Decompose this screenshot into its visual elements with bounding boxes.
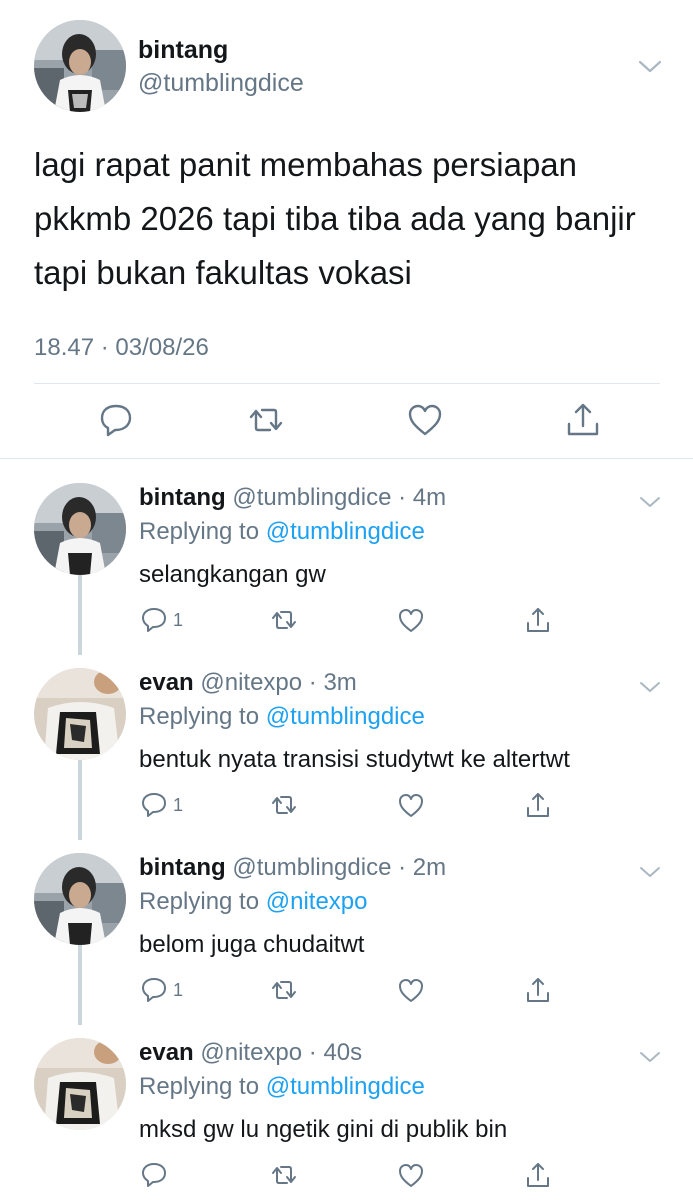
author-name[interactable]: evan — [139, 1039, 194, 1066]
like-icon[interactable] — [396, 975, 426, 1005]
reply-button[interactable]: 1 — [139, 605, 183, 635]
tweet-timestamp[interactable]: 18.47 · 03/08/26 — [34, 333, 209, 363]
replying-prefix: Replying to — [139, 518, 260, 545]
reply-button[interactable] — [139, 1160, 173, 1190]
reply-icon — [142, 608, 166, 632]
reply-count: 1 — [173, 980, 184, 1000]
replying-to: Replying to @tumblingdice — [139, 1071, 425, 1103]
reply-header: bintang @tumblingdice · 4m — [139, 482, 446, 514]
reply-header: evan @nitexpo · 3m — [139, 667, 357, 699]
replying-to: Replying to @tumblingdice — [139, 516, 425, 548]
reply-button[interactable]: 1 — [139, 975, 183, 1005]
thread-line — [78, 760, 82, 840]
reply-text: bentuk nyata transisi studytwt ke altert… — [139, 746, 570, 773]
reply-actions: 1 — [139, 605, 559, 635]
reply-icon — [142, 1163, 166, 1187]
divider — [34, 383, 660, 384]
avatar[interactable] — [34, 483, 126, 575]
chevron-down-icon[interactable] — [636, 678, 664, 696]
retweet-icon[interactable] — [269, 790, 299, 820]
reply-tweet[interactable]: bintang @tumblingdice · 4m Replying to @… — [0, 465, 693, 655]
reply-tweet[interactable]: evan @nitexpo · 40s Replying to @tumblin… — [0, 1020, 693, 1200]
chevron-down-icon[interactable] — [636, 863, 664, 881]
like-icon[interactable] — [396, 790, 426, 820]
thread-line — [78, 945, 82, 1025]
share-icon[interactable] — [563, 400, 603, 440]
reply-text: belom juga chudaitwt — [139, 931, 365, 958]
replying-to: Replying to @nitexpo — [139, 886, 368, 918]
chevron-down-icon[interactable] — [636, 56, 664, 76]
share-icon[interactable] — [523, 1160, 553, 1190]
author-meta: @tumblingdice · 2m — [232, 854, 447, 881]
reply-tweet[interactable]: evan @nitexpo · 3m Replying to @tumbling… — [0, 650, 693, 840]
replying-prefix: Replying to — [139, 1073, 260, 1100]
reply-tweet[interactable]: bintang @tumblingdice · 2m Replying to @… — [0, 835, 693, 1025]
reply-header: evan @nitexpo · 40s — [139, 1037, 362, 1069]
avatar[interactable] — [34, 20, 126, 112]
like-icon[interactable] — [396, 605, 426, 635]
author-name[interactable]: bintang — [139, 854, 226, 881]
reply-button[interactable]: 1 — [139, 790, 183, 820]
author-meta: @nitexpo · 40s — [200, 1039, 363, 1066]
share-icon[interactable] — [523, 975, 553, 1005]
like-icon[interactable] — [405, 400, 445, 440]
author-name[interactable]: bintang — [139, 484, 226, 511]
avatar[interactable] — [34, 1038, 126, 1130]
reply-header: bintang @tumblingdice · 2m — [139, 852, 446, 884]
section-divider — [0, 458, 693, 459]
chevron-down-icon[interactable] — [636, 493, 664, 511]
retweet-icon[interactable] — [269, 975, 299, 1005]
author-handle[interactable]: @tumblingdice — [138, 67, 304, 99]
like-icon[interactable] — [396, 1160, 426, 1190]
tweet-text: lagi rapat panit membahas persiapan pkkm… — [34, 146, 636, 291]
reply-actions: 1 — [139, 975, 559, 1005]
replying-prefix: Replying to — [139, 703, 260, 730]
mention-link[interactable]: @tumblingdice — [266, 518, 425, 545]
author-name[interactable]: bintang — [138, 34, 228, 66]
reply-count: 1 — [173, 795, 184, 815]
tweet-actions — [0, 400, 693, 444]
mention-link[interactable]: @tumblingdice — [266, 1073, 425, 1100]
main-tweet: bintang @tumblingdice lagi rapat panit m… — [0, 0, 693, 458]
author-name[interactable]: evan — [139, 669, 194, 696]
avatar[interactable] — [34, 668, 126, 760]
chevron-down-icon[interactable] — [636, 1048, 664, 1066]
reply-text: mksd gw lu ngetik gini di publik bin — [139, 1116, 508, 1143]
share-icon[interactable] — [523, 790, 553, 820]
thread-line — [78, 575, 82, 655]
author-meta: @tumblingdice · 4m — [232, 484, 447, 511]
share-icon[interactable] — [523, 605, 553, 635]
retweet-icon[interactable] — [269, 605, 299, 635]
retweet-icon[interactable] — [269, 1160, 299, 1190]
mention-link[interactable]: @tumblingdice — [266, 703, 425, 730]
author-meta: @nitexpo · 3m — [200, 669, 357, 696]
reply-count: 1 — [173, 610, 184, 630]
reply-actions — [139, 1160, 559, 1190]
replying-prefix: Replying to — [139, 888, 260, 915]
reply-text: selangkangan gw — [139, 561, 326, 588]
reply-icon — [142, 978, 166, 1002]
avatar[interactable] — [34, 853, 126, 945]
reply-icon[interactable] — [96, 400, 136, 440]
reply-icon — [142, 793, 166, 817]
reply-actions: 1 — [139, 790, 559, 820]
retweet-icon[interactable] — [246, 400, 286, 440]
mention-link[interactable]: @nitexpo — [266, 888, 368, 915]
replying-to: Replying to @tumblingdice — [139, 701, 425, 733]
